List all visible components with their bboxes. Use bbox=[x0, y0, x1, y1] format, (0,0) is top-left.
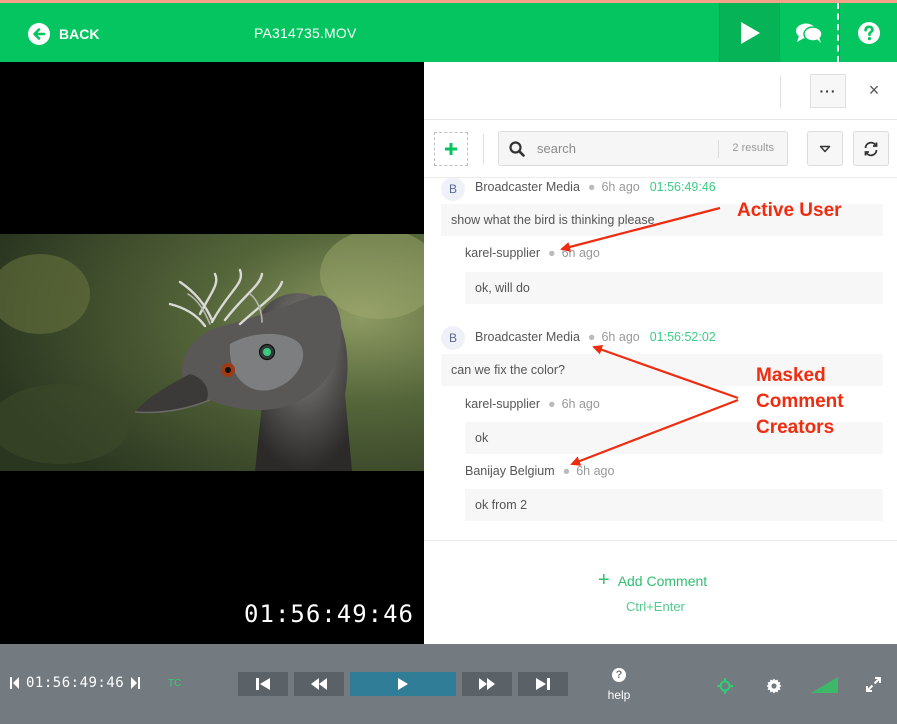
add-comment-icon-button[interactable] bbox=[434, 132, 468, 166]
reply-text: ok from 2 bbox=[465, 489, 883, 521]
video-frame bbox=[0, 234, 424, 471]
top-bar: BACK PA314735.MOV bbox=[0, 0, 897, 62]
plus-icon bbox=[445, 143, 457, 155]
avatar: B bbox=[441, 178, 465, 201]
timecode-display: 01:56:49:46 bbox=[10, 675, 141, 691]
annotation-line: Comment bbox=[756, 391, 844, 412]
comment-time: 6h ago bbox=[601, 180, 640, 194]
fast-forward-button[interactable] bbox=[462, 672, 512, 696]
help-label: help bbox=[607, 688, 631, 702]
comment-time: 6h ago bbox=[601, 330, 640, 344]
crosshair-icon[interactable] bbox=[717, 678, 733, 694]
reply-meta: karel-supplier ● 6h ago bbox=[465, 397, 600, 411]
search-box: 2 results bbox=[498, 131, 788, 166]
annotation-masked-creators: Masked Comment Creators bbox=[756, 363, 844, 441]
jump-to-start-button[interactable] bbox=[238, 672, 288, 696]
question-icon: ? bbox=[612, 668, 626, 682]
add-comment-button[interactable]: + Add Comment bbox=[598, 569, 707, 592]
video-player[interactable]: 01:56:49:46 bbox=[0, 62, 424, 644]
reply-text: ok, will do bbox=[465, 272, 883, 304]
fast-forward-icon bbox=[479, 678, 495, 690]
skip-end-icon bbox=[536, 678, 550, 690]
reply-meta: Banijay Belgium ● 6h ago bbox=[465, 464, 615, 478]
volume-level-icon[interactable] bbox=[811, 676, 839, 694]
reply-time: 6h ago bbox=[576, 464, 615, 478]
search-results-count: 2 results bbox=[718, 140, 787, 158]
rewind-button[interactable] bbox=[294, 672, 344, 696]
playback-controls: 01:56:49:46 TC ? help bbox=[0, 644, 897, 724]
fullscreen-icon[interactable] bbox=[866, 677, 881, 692]
comments-mode-button[interactable] bbox=[779, 3, 839, 62]
avatar: B bbox=[441, 326, 465, 350]
play-icon bbox=[740, 21, 760, 44]
divider bbox=[483, 134, 484, 164]
play-mode-button[interactable] bbox=[719, 3, 779, 62]
comment-author: Broadcaster Media bbox=[475, 180, 580, 194]
annotation-line: Masked bbox=[756, 365, 826, 386]
help-control[interactable]: ? help bbox=[603, 668, 635, 702]
emu-image bbox=[0, 234, 424, 471]
timecode-mode-toggle[interactable]: TC bbox=[168, 678, 181, 689]
close-panel-button[interactable]: × bbox=[866, 80, 882, 102]
comment-author: Broadcaster Media bbox=[475, 330, 580, 344]
comment-toolbar: 2 results bbox=[424, 120, 897, 178]
current-timecode: 01:56:49:46 bbox=[26, 675, 125, 691]
refresh-icon bbox=[864, 141, 878, 156]
back-label: BACK bbox=[59, 26, 100, 42]
back-button[interactable]: BACK bbox=[28, 22, 99, 46]
question-circle-icon bbox=[857, 21, 880, 44]
jump-to-end-button[interactable] bbox=[518, 672, 568, 696]
gear-icon[interactable] bbox=[766, 678, 782, 694]
comment-timecode-link[interactable]: 01:56:49:46 bbox=[650, 180, 716, 194]
triangle-down-icon bbox=[819, 145, 831, 152]
skip-start-icon bbox=[256, 678, 270, 690]
panel-header: ··· × bbox=[424, 62, 897, 120]
comment-panel: ··· × 2 results B Broadcaster Med bbox=[424, 62, 897, 644]
comment-timecode-link[interactable]: 01:56:52:02 bbox=[650, 330, 716, 344]
reply-time: 6h ago bbox=[561, 246, 600, 260]
reply-author: karel-supplier bbox=[465, 397, 541, 411]
play-icon bbox=[398, 678, 408, 690]
play-button[interactable] bbox=[350, 672, 456, 696]
plus-icon: + bbox=[598, 569, 610, 591]
annotation-line: Creators bbox=[756, 417, 835, 438]
search-input[interactable] bbox=[537, 132, 707, 165]
search-icon bbox=[509, 141, 525, 157]
filter-dropdown-button[interactable] bbox=[807, 131, 843, 166]
annotation-active-user: Active User bbox=[737, 200, 842, 221]
refresh-button[interactable] bbox=[853, 131, 889, 166]
step-forward-icon[interactable] bbox=[130, 676, 141, 690]
add-comment-shortcut: Ctrl+Enter bbox=[626, 599, 685, 614]
add-comment-area: + Add Comment Ctrl+Enter bbox=[424, 540, 897, 644]
reply-meta: karel-supplier ● 6h ago bbox=[465, 246, 600, 260]
comment-meta: Broadcaster Media ● 6h ago 01:56:52:02 bbox=[475, 330, 716, 344]
arrow-left-icon bbox=[28, 23, 50, 45]
comment-list: B Broadcaster Media ● 6h ago 01:56:49:46 sh… bbox=[424, 178, 897, 540]
comment-meta: Broadcaster Media ● 6h ago 01:56:49:46 bbox=[475, 180, 716, 194]
help-button[interactable] bbox=[839, 3, 897, 62]
more-options-button[interactable]: ··· bbox=[810, 74, 846, 108]
step-back-icon[interactable] bbox=[10, 676, 20, 690]
divider bbox=[780, 76, 781, 108]
reply-time: 6h ago bbox=[561, 397, 600, 411]
reply-author: karel-supplier bbox=[465, 246, 541, 260]
add-comment-label: Add Comment bbox=[617, 572, 708, 589]
video-timecode: 01:56:49:46 bbox=[244, 600, 414, 628]
rewind-icon bbox=[311, 678, 327, 690]
chat-bubbles-icon bbox=[795, 23, 823, 43]
reply-author: Banijay Belgium bbox=[465, 464, 555, 478]
file-name: PA314735.MOV bbox=[254, 25, 357, 41]
